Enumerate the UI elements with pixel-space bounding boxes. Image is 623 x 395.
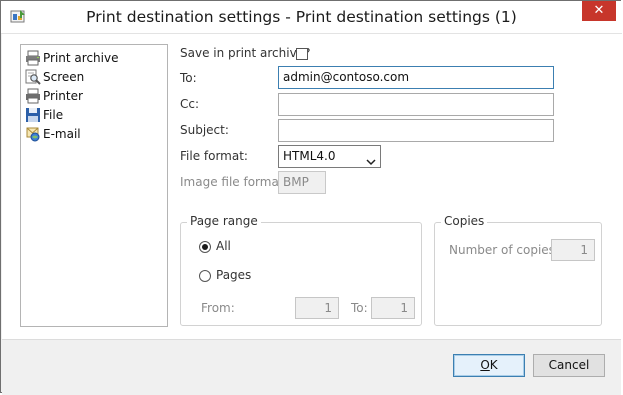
to-label: To: [180, 71, 197, 85]
page-range-group: Page range All Pages From: 1 To: 1 [180, 214, 422, 326]
page-from-input: 1 [295, 297, 339, 319]
title-bar: Print destination settings - Print desti… [1, 1, 622, 34]
print-destination-dialog: Print destination settings - Print desti… [0, 0, 622, 395]
file-format-value: HTML4.0 [283, 149, 336, 163]
file-format-label: File format: [180, 149, 248, 163]
page-range-pages-radio[interactable] [199, 270, 211, 282]
image-file-format-input: BMP [278, 171, 326, 194]
button-bar: OK Cancel [2, 339, 621, 395]
file-format-select[interactable]: HTML4.0 [278, 145, 381, 168]
page-range-pages-label: Pages [216, 268, 252, 282]
cc-label: Cc: [180, 97, 200, 111]
destination-label: Printer [43, 89, 83, 103]
floppy-disk-icon [25, 107, 41, 123]
destination-label: Screen [43, 70, 85, 84]
destination-label: File [43, 108, 64, 122]
close-button[interactable]: ✕ [582, 1, 616, 21]
to-input[interactable]: admin@contoso.com [278, 66, 554, 89]
cc-input[interactable] [278, 93, 554, 116]
page-from-label: From: [201, 301, 235, 315]
destination-label: E-mail [43, 127, 81, 141]
save-archive-label: Save in print archive? [180, 46, 311, 60]
number-of-copies-input: 1 [551, 239, 595, 261]
cancel-button[interactable]: Cancel [533, 354, 605, 377]
destination-list: Print archive Screen Printer File E-mail [20, 44, 168, 327]
screen-preview-icon [25, 69, 41, 85]
copies-group: Copies Number of copies: 1 [434, 214, 602, 326]
page-range-all-radio[interactable] [199, 241, 211, 253]
subject-input[interactable] [278, 119, 554, 142]
ok-access-key: O [480, 358, 490, 372]
chevron-down-icon [366, 152, 376, 166]
page-range-all-label: All [216, 239, 231, 253]
window-title: Print destination settings - Print desti… [86, 8, 517, 26]
email-icon [25, 126, 41, 142]
copies-title: Copies [441, 214, 488, 228]
printer-icon [25, 88, 41, 104]
page-range-title: Page range [187, 214, 261, 228]
save-archive-checkbox[interactable] [296, 48, 308, 60]
dialog-content: Print archive Screen Printer File E-mail… [2, 34, 621, 339]
ok-button[interactable]: OK [453, 354, 525, 377]
number-of-copies-label: Number of copies: [449, 243, 559, 257]
destination-label: Print archive [43, 51, 119, 65]
ok-label-rest: K [489, 358, 498, 372]
image-file-format-label: Image file format: [180, 175, 288, 189]
page-to-label: To: [351, 301, 368, 315]
app-icon [10, 9, 26, 25]
page-to-input: 1 [371, 297, 415, 319]
close-icon: ✕ [593, 3, 605, 18]
print-archive-icon [25, 50, 41, 66]
subject-label: Subject: [180, 123, 229, 137]
